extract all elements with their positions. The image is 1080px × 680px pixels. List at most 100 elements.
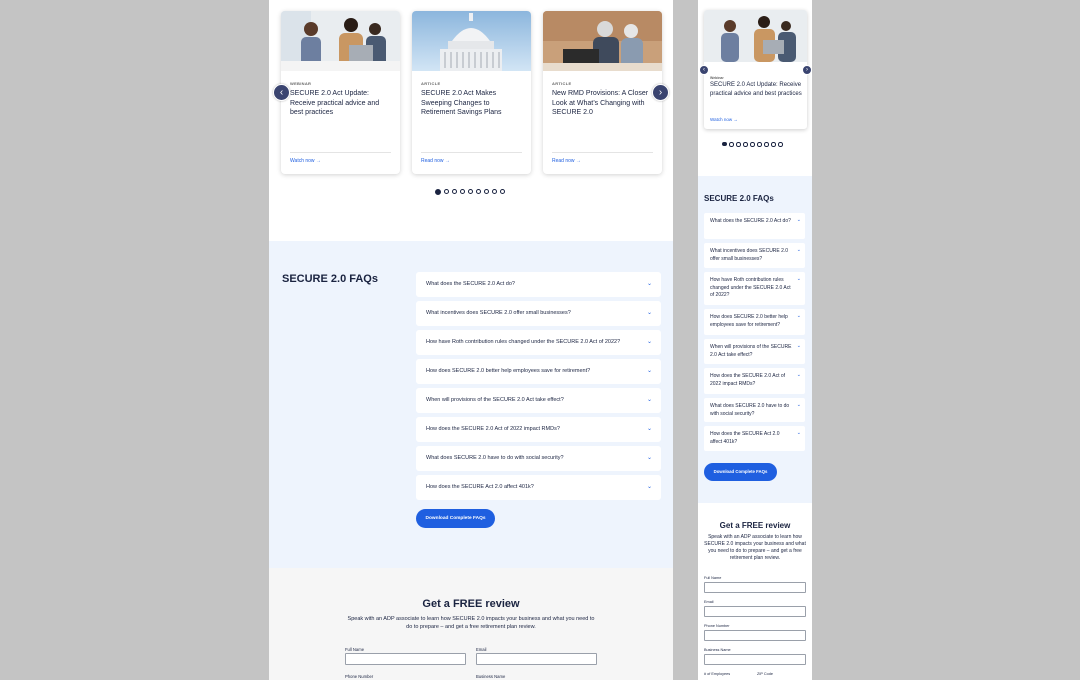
- watch-now-link[interactable]: Watch now →: [710, 117, 738, 122]
- faq-item[interactable]: What does the SECURE 2.0 Act do? ⌄: [704, 213, 805, 239]
- carousel-dot[interactable]: [500, 189, 505, 194]
- chevron-down-icon: ⌄: [646, 368, 652, 374]
- faq-item[interactable]: How does SECURE 2.0 better help employee…: [416, 359, 661, 384]
- employees-label: # of Employees: [704, 672, 731, 676]
- card-tag: ARTICLE: [552, 81, 572, 86]
- resource-card[interactable]: WEBINAR SECURE 2.0 Act Update: Receive p…: [281, 11, 400, 174]
- carousel-dot[interactable]: [750, 142, 755, 147]
- card-title[interactable]: SECURE 2.0 Act Update: Receive practical…: [710, 81, 802, 98]
- faq-item[interactable]: What does the SECURE 2.0 Act do? ⌄: [416, 272, 661, 297]
- carousel-dot[interactable]: [468, 189, 473, 194]
- faq-item[interactable]: What does SECURE 2.0 have to do with soc…: [704, 398, 805, 422]
- review-subtitle: Speak with an ADP associate to learn how…: [347, 616, 595, 630]
- read-now-link[interactable]: Read now →: [421, 158, 450, 164]
- faq-question: How does SECURE 2.0 better help employee…: [710, 314, 788, 328]
- faq-item[interactable]: How does the SECURE 2.0 Act of 2022 impa…: [416, 417, 661, 442]
- faq-item[interactable]: What does SECURE 2.0 have to do with soc…: [416, 446, 661, 471]
- chevron-left-icon: ‹: [703, 67, 705, 73]
- chevron-down-icon: ⌄: [796, 430, 801, 436]
- full-name-input[interactable]: [704, 582, 806, 593]
- faq-item[interactable]: When will provisions of the SECURE 2.0 A…: [704, 339, 805, 364]
- carousel-dot[interactable]: [743, 142, 748, 147]
- faq-question: How does the SECURE 2.0 Act of 2022 impa…: [426, 426, 560, 432]
- faq-question: How does the SECURE 2.0 Act of 2022 impa…: [710, 373, 786, 387]
- resource-card[interactable]: ARTICLE SECURE 2.0 Act Makes Sweeping Ch…: [412, 11, 531, 174]
- carousel-prev-button[interactable]: ‹: [273, 84, 290, 101]
- faq-item[interactable]: How does the SECURE Act 2.0 affect 401k?…: [704, 426, 805, 451]
- carousel-dot[interactable]: [492, 189, 497, 194]
- faq-section: SECURE 2.0 FAQs What does the SECURE 2.0…: [269, 241, 673, 568]
- chevron-left-icon: ‹: [279, 87, 284, 98]
- faq-question: How does SECURE 2.0 better help employee…: [426, 368, 591, 374]
- email-input[interactable]: [476, 653, 597, 665]
- email-input[interactable]: [704, 606, 806, 617]
- faq-item[interactable]: How does the SECURE 2.0 Act of 2022 impa…: [704, 368, 805, 394]
- card-title[interactable]: SECURE 2.0 Act Update: Receive practical…: [290, 89, 392, 118]
- chevron-down-icon: ⌄: [796, 247, 801, 253]
- carousel-dot[interactable]: [778, 142, 783, 147]
- chevron-down-icon: ⌄: [796, 343, 801, 349]
- carousel-dot[interactable]: [435, 188, 441, 195]
- business-input[interactable]: [704, 654, 806, 665]
- card-title[interactable]: SECURE 2.0 Act Makes Sweeping Changes to…: [421, 89, 523, 118]
- watch-now-link[interactable]: Watch now →: [290, 158, 321, 164]
- resource-card[interactable]: ARTICLE New RMD Provisions: A Closer Loo…: [543, 11, 662, 174]
- resource-card[interactable]: Webinar SECURE 2.0 Act Update: Receive p…: [704, 10, 807, 129]
- phone-label: Phone Number: [704, 624, 730, 628]
- faq-question: What does SECURE 2.0 have to do with soc…: [426, 455, 564, 461]
- chevron-down-icon: ⌄: [646, 310, 652, 316]
- chevron-down-icon: ⌄: [646, 426, 652, 432]
- carousel-pagination: [435, 188, 505, 195]
- carousel-dot[interactable]: [460, 189, 465, 194]
- review-title: Get a FREE review: [422, 598, 520, 610]
- card-title[interactable]: New RMD Provisions: A Closer Look at Wha…: [552, 89, 654, 118]
- download-faqs-button[interactable]: Download Complete FAQs: [704, 463, 777, 481]
- full-name-input[interactable]: [345, 653, 466, 665]
- resources-carousel: WEBINAR SECURE 2.0 Act Update: Receive p…: [269, 0, 673, 241]
- carousel-dot[interactable]: [771, 142, 776, 147]
- carousel-pagination: [722, 141, 783, 147]
- carousel-dot[interactable]: [476, 189, 481, 194]
- faq-item[interactable]: How does SECURE 2.0 better help employee…: [704, 309, 805, 335]
- faq-item[interactable]: When will provisions of the SECURE 2.0 A…: [416, 388, 661, 413]
- faq-question: What incentives does SECURE 2.0 offer sm…: [710, 248, 789, 262]
- faq-item[interactable]: How have Roth contribution rules changed…: [704, 272, 805, 305]
- chevron-down-icon: ⌄: [796, 402, 801, 408]
- carousel-dot[interactable]: [452, 189, 457, 194]
- carousel-prev-button[interactable]: ‹: [699, 65, 709, 75]
- faq-question: How have Roth contribution rules changed…: [426, 339, 621, 345]
- card-image-meeting: [281, 11, 400, 71]
- chevron-down-icon: ⌄: [796, 372, 801, 378]
- phone-label: Phone Number: [345, 674, 374, 679]
- faq-question: What does the SECURE 2.0 Act do?: [426, 281, 515, 287]
- zip-label: ZIP Code: [757, 672, 773, 676]
- carousel-next-button[interactable]: ›: [652, 84, 669, 101]
- faq-question: When will provisions of the SECURE 2.0 A…: [710, 344, 792, 358]
- carousel-next-button[interactable]: ›: [802, 65, 812, 75]
- faq-item[interactable]: How have Roth contribution rules changed…: [416, 330, 661, 355]
- full-name-label: Full Name: [345, 647, 365, 652]
- chevron-down-icon: ⌄: [646, 339, 652, 345]
- chevron-down-icon: ⌄: [646, 397, 652, 403]
- faq-item[interactable]: What incentives does SECURE 2.0 offer sm…: [704, 243, 805, 268]
- faq-question: How does the SECURE Act 2.0 affect 401k?: [710, 431, 780, 445]
- download-faqs-button[interactable]: Download Complete FAQs: [416, 509, 495, 528]
- carousel-dot[interactable]: [764, 142, 769, 147]
- carousel-dot[interactable]: [729, 142, 734, 147]
- carousel-dot[interactable]: [736, 142, 741, 147]
- chevron-down-icon: ⌄: [796, 276, 801, 282]
- carousel-dot[interactable]: [722, 141, 727, 146]
- full-name-label: Full Name: [704, 576, 722, 580]
- review-title: Get a FREE review: [719, 521, 791, 530]
- faq-item[interactable]: How does the SECURE Act 2.0 affect 401k?…: [416, 475, 661, 500]
- carousel-dot[interactable]: [484, 189, 489, 194]
- faq-item[interactable]: What incentives does SECURE 2.0 offer sm…: [416, 301, 661, 326]
- phone-input[interactable]: [704, 630, 806, 641]
- carousel-dot[interactable]: [444, 189, 449, 194]
- faq-question: What incentives does SECURE 2.0 offer sm…: [426, 310, 571, 316]
- carousel-dot[interactable]: [757, 142, 762, 147]
- faq-question: What does the SECURE 2.0 Act do?: [710, 218, 791, 224]
- faq-list: What does the SECURE 2.0 Act do? ⌄ What in…: [416, 272, 661, 504]
- read-now-link[interactable]: Read now →: [552, 158, 581, 164]
- faq-title: SECURE 2.0 FAQs: [704, 194, 774, 203]
